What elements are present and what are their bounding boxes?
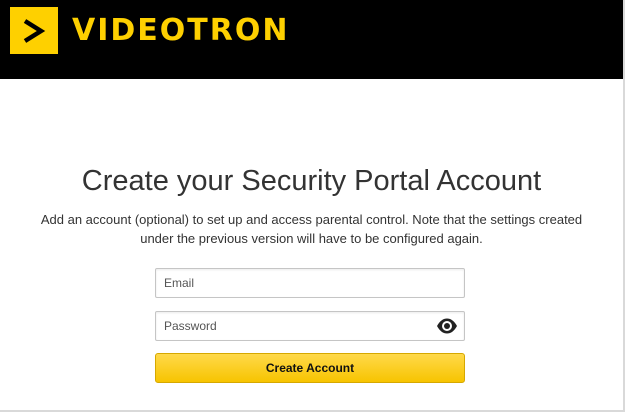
create-account-button[interactable]: Create Account <box>155 353 465 383</box>
eye-icon[interactable] <box>436 317 458 335</box>
logo-chevron-icon <box>10 7 58 54</box>
page-title: Create your Security Portal Account <box>81 165 542 197</box>
brand-name: VIDEOTRON <box>72 12 290 48</box>
page-frame: VIDEOTRON Create your Security Portal Ac… <box>0 0 625 412</box>
header-bar: VIDEOTRON <box>0 0 623 79</box>
email-input[interactable] <box>156 269 424 297</box>
page-description: Add an account (optional) to set up and … <box>40 212 583 246</box>
password-input[interactable] <box>156 312 424 340</box>
password-field[interactable] <box>155 311 465 341</box>
chevron-right-icon <box>23 18 46 43</box>
email-field[interactable] <box>155 268 465 298</box>
videotron-logo[interactable]: VIDEOTRON <box>10 7 289 54</box>
